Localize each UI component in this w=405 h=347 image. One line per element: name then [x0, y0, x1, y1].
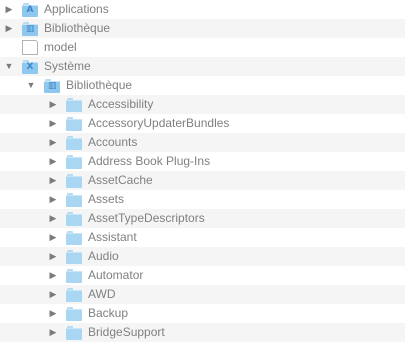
folder-icon — [66, 135, 82, 150]
tree-item-label: Applications — [44, 2, 109, 16]
tree-row[interactable]: ▶ BridgeSupport — [0, 323, 405, 342]
disclosure-collapsed-icon[interactable]: ▶ — [48, 209, 58, 228]
disclosure-collapsed-icon[interactable]: ▶ — [48, 190, 58, 209]
tree-row[interactable]: ▶ Assistant — [0, 228, 405, 247]
disclosure-collapsed-icon[interactable]: ▶ — [48, 304, 58, 323]
library-folder-icon: ▥ — [22, 21, 38, 36]
folder-icon — [66, 97, 82, 112]
tree-row[interactable]: ▼ ▥ Bibliothèque — [0, 76, 405, 95]
folder-icon — [66, 268, 82, 283]
tree-row[interactable]: ▶ Address Book Plug-Ins — [0, 152, 405, 171]
tree-row[interactable]: ▶ AccessoryUpdaterBundles — [0, 114, 405, 133]
tree-row[interactable]: ▶ AssetTypeDescriptors — [0, 209, 405, 228]
disclosure-collapsed-icon[interactable]: ▶ — [48, 247, 58, 266]
tree-row[interactable]: ▶ Accounts — [0, 133, 405, 152]
tree-item-label: Bibliothèque — [44, 21, 111, 35]
tree-row[interactable]: ▶ Automator — [0, 266, 405, 285]
library-folder-icon: ▥ — [44, 78, 60, 93]
folder-icon — [66, 192, 82, 207]
tree-item-label: Assets — [88, 192, 125, 206]
disclosure-collapsed-icon[interactable]: ▶ — [48, 95, 58, 114]
folder-icon — [66, 211, 82, 226]
tree-item-label: Address Book Plug-Ins — [88, 154, 211, 168]
tree-item-label: Système — [44, 59, 91, 73]
disclosure-expanded-icon[interactable]: ▼ — [4, 57, 14, 76]
folder-icon — [66, 325, 82, 340]
tree-row[interactable]: ▼ X Système — [0, 57, 405, 76]
tree-row[interactable]: ▶ Backup — [0, 304, 405, 323]
tree-item-label: Bibliothèque — [66, 78, 133, 92]
disclosure-collapsed-icon[interactable]: ▶ — [48, 285, 58, 304]
folder-icon — [66, 154, 82, 169]
tree-row[interactable]: ▶ Accessibility — [0, 95, 405, 114]
applications-folder-icon: A — [22, 2, 38, 17]
folder-icon — [66, 287, 82, 302]
tree-row[interactable]: model — [0, 38, 405, 57]
tree-item-label: AWD — [88, 287, 116, 301]
tree-row[interactable]: ▶ AWD — [0, 285, 405, 304]
disclosure-expanded-icon[interactable]: ▼ — [26, 76, 36, 95]
folder-icon — [66, 249, 82, 264]
disclosure-collapsed-icon[interactable]: ▶ — [48, 171, 58, 190]
disclosure-collapsed-icon[interactable]: ▶ — [48, 266, 58, 285]
tree-item-label: AccessoryUpdaterBundles — [88, 116, 230, 130]
folder-icon — [66, 230, 82, 245]
tree-item-label: AssetTypeDescriptors — [88, 211, 205, 225]
file-tree: ▶ A Applications ▶ ▥ Bibliothèque model ▼ X Systè… — [0, 0, 405, 342]
disclosure-collapsed-icon[interactable]: ▶ — [48, 152, 58, 171]
tree-item-label: BridgeSupport — [88, 325, 165, 339]
document-icon — [22, 40, 38, 55]
disclosure-collapsed-icon[interactable]: ▶ — [48, 114, 58, 133]
folder-icon — [66, 306, 82, 321]
folder-icon — [66, 116, 82, 131]
tree-item-label: Backup — [88, 306, 129, 320]
tree-item-label: Accounts — [88, 135, 138, 149]
system-folder-icon: X — [22, 59, 38, 74]
disclosure-collapsed-icon[interactable]: ▶ — [48, 133, 58, 152]
disclosure-collapsed-icon[interactable]: ▶ — [48, 228, 58, 247]
tree-item-label: Audio — [88, 249, 119, 263]
tree-item-label: AssetCache — [88, 173, 153, 187]
tree-row[interactable]: ▶ Audio — [0, 247, 405, 266]
tree-item-label: model — [44, 40, 77, 54]
folder-icon — [66, 173, 82, 188]
disclosure-collapsed-icon[interactable]: ▶ — [4, 19, 14, 38]
tree-item-label: Assistant — [88, 230, 137, 244]
disclosure-collapsed-icon[interactable]: ▶ — [48, 323, 58, 342]
tree-row[interactable]: ▶ AssetCache — [0, 171, 405, 190]
tree-row[interactable]: ▶ ▥ Bibliothèque — [0, 19, 405, 38]
tree-row[interactable]: ▶ A Applications — [0, 0, 405, 19]
disclosure-collapsed-icon[interactable]: ▶ — [4, 0, 14, 19]
tree-item-label: Automator — [88, 268, 144, 282]
tree-item-label: Accessibility — [88, 97, 154, 111]
tree-row[interactable]: ▶ Assets — [0, 190, 405, 209]
